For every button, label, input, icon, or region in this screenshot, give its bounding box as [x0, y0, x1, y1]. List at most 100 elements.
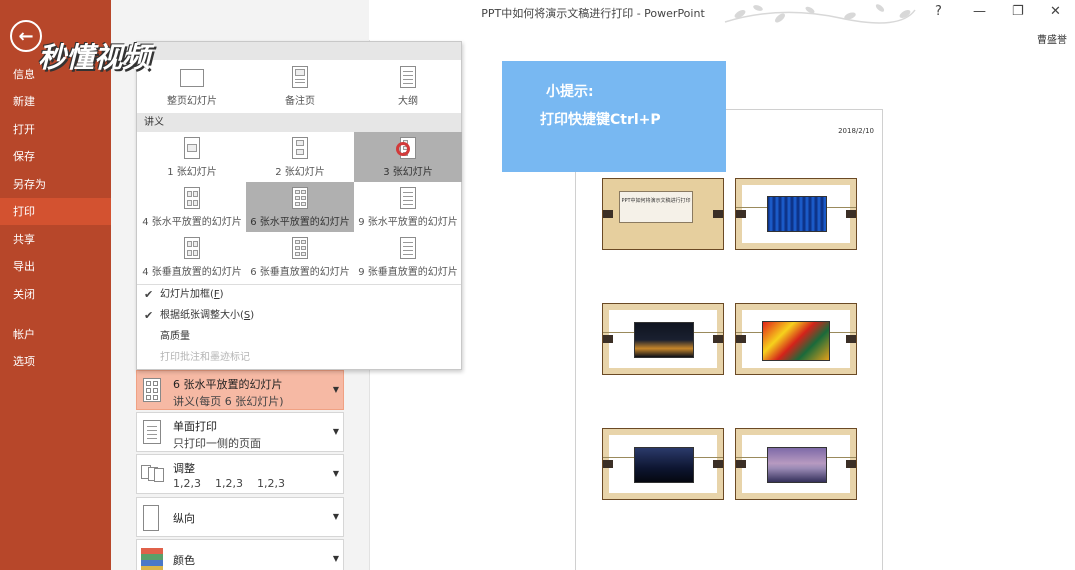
chevron-down-icon: ▼ — [332, 554, 339, 563]
handout-6h-icon — [292, 187, 308, 209]
cell-label: 1 张幻灯片 — [167, 167, 217, 178]
nav-open[interactable]: 打开 — [0, 116, 111, 143]
setting-title: 调整 — [173, 462, 195, 475]
setting-title: 6 张水平放置的幻灯片 — [173, 378, 283, 391]
chevron-down-icon: ▼ — [332, 512, 339, 521]
cell-label: 4 张垂直放置的幻灯片 — [142, 267, 242, 278]
nav-account[interactable]: 帐户 — [0, 321, 111, 348]
handout-2-slides[interactable]: 2 张幻灯片 — [246, 132, 354, 182]
full-page-icon — [180, 69, 204, 87]
preview-slide-title: PPT中如何将演示文稿进行打印 — [602, 178, 724, 250]
handout-9-horizontal[interactable]: 9 张水平放置的幻灯片 — [354, 182, 462, 232]
title-slide-text: PPT中如何将演示文稿进行打印 — [619, 191, 693, 223]
cell-label: 4 张水平放置的幻灯片 — [142, 217, 242, 228]
preview-slide-city-silhouette — [602, 428, 724, 500]
cell-label: 6 张垂直放置的幻灯片 — [250, 267, 350, 278]
handout-3-slides[interactable]: 3 张幻灯片 — [354, 132, 462, 182]
handout-9h-icon — [400, 187, 416, 209]
preview-date: 2018/2/10 — [838, 127, 874, 135]
video-watermark-logo: 秒懂视频 — [38, 41, 151, 74]
option-print-comments: 打印批注和墨迹标记 — [137, 347, 461, 368]
layout-full-page[interactable]: 整页幻灯片 — [138, 61, 246, 111]
setting-title: 单面打印 — [173, 420, 217, 433]
print-preview-page: 2018/2/10 PPT中如何将演示文稿进行打印 — [575, 109, 883, 570]
option-label: 高质量 — [160, 331, 190, 342]
color-setting-dropdown[interactable]: 颜色 ▼ — [136, 539, 344, 570]
option-high-quality[interactable]: 高质量 — [137, 326, 461, 347]
handout-2-icon — [292, 137, 308, 159]
sides-setting-dropdown[interactable]: 单面打印 只打印一侧的页面 ▼ — [136, 412, 344, 452]
nav-print[interactable]: 打印 — [0, 198, 111, 225]
option-suffix: ) — [250, 310, 255, 321]
chevron-down-icon: ▼ — [332, 385, 339, 394]
cell-label: 整页幻灯片 — [167, 96, 217, 107]
handout-4v-icon — [184, 237, 200, 259]
layout-outline[interactable]: 大纲 — [354, 61, 462, 111]
nav-share[interactable]: 共享 — [0, 226, 111, 253]
nav-save-as[interactable]: 另存为 — [0, 171, 111, 198]
nav-save[interactable]: 保存 — [0, 143, 111, 170]
close-icon[interactable]: ✕ — [1050, 4, 1061, 19]
cell-label: 9 张垂直放置的幻灯片 — [358, 267, 458, 278]
nav-options[interactable]: 选项 — [0, 348, 111, 375]
option-label: 根据纸张调整大小( — [160, 310, 244, 321]
preview-slide-red-abstract — [735, 303, 857, 375]
handout-6h-icon — [143, 378, 161, 402]
cell-label: 2 张幻灯片 — [275, 167, 325, 178]
cell-label: 3 张幻灯片 — [383, 167, 433, 178]
minimize-icon[interactable]: — — [973, 4, 986, 19]
nav-new[interactable]: 新建 — [0, 88, 111, 115]
backstage-sidebar: ← 信息 新建 打开 保存 另存为 打印 共享 导出 关闭 帐户 选项 — [0, 0, 111, 570]
outline-icon — [400, 66, 416, 88]
layout-setting-dropdown[interactable]: 6 张水平放置的幻灯片 讲义(每页 6 张幻灯片) ▼ — [136, 370, 344, 410]
window-title: PPT中如何将演示文稿进行打印 - PowerPoint — [481, 7, 705, 20]
setting-subtitle: 讲义(每页 6 张幻灯片) — [173, 395, 284, 408]
color-icon — [141, 548, 163, 570]
collate-icon — [141, 465, 165, 483]
tip-title: 小提示: — [546, 84, 594, 100]
option-label: 幻灯片加框( — [160, 289, 214, 300]
cell-label: 6 张水平放置的幻灯片 — [250, 217, 350, 228]
handout-4-horizontal[interactable]: 4 张水平放置的幻灯片 — [138, 182, 246, 232]
preview-slide-blue — [735, 178, 857, 250]
collate-setting-dropdown[interactable]: 调整 1,2,3 1,2,3 1,2,3 ▼ — [136, 454, 344, 494]
option-scale-to-fit[interactable]: ✔ 根据纸张调整大小(S) — [137, 305, 461, 326]
handout-6v-icon — [292, 237, 308, 259]
orientation-setting-dropdown[interactable]: 纵向 ▼ — [136, 497, 344, 537]
option-label: 打印批注和墨迹标记 — [160, 352, 250, 363]
cell-label: 备注页 — [285, 96, 315, 107]
portrait-icon — [143, 505, 159, 531]
handout-1-slide[interactable]: 1 张幻灯片 — [138, 132, 246, 182]
setting-title: 纵向 — [173, 512, 195, 525]
print-layout-menu: 整页幻灯片 备注页 大纲 讲义 1 张幻灯片 2 张幻灯片 3 张幻灯片 4 张… — [136, 41, 462, 370]
setting-title: 颜色 — [173, 554, 195, 567]
single-sided-icon — [143, 420, 161, 444]
layout-notes-page[interactable]: 备注页 — [246, 61, 354, 111]
tip-body: 打印快捷键Ctrl+P — [540, 112, 661, 128]
option-frame-slides[interactable]: ✔ 幻灯片加框(F) — [137, 284, 461, 305]
cell-label: 9 张水平放置的幻灯片 — [358, 217, 458, 228]
handout-9v-icon — [400, 237, 416, 259]
user-name[interactable]: 曹盛誉 — [1037, 31, 1067, 46]
handout-6-horizontal[interactable]: 6 张水平放置的幻灯片 — [246, 182, 354, 232]
chevron-down-icon: ▼ — [332, 469, 339, 478]
tip-box: 小提示: 打印快捷键Ctrl+P — [502, 61, 726, 172]
checkmark-icon: ✔ — [144, 288, 154, 301]
checkmark-icon: ✔ — [144, 309, 154, 322]
handout-6-vertical[interactable]: 6 张垂直放置的幻灯片 — [246, 232, 354, 282]
mouse-cursor-icon — [396, 142, 410, 156]
restore-icon[interactable]: ❐ — [1012, 4, 1024, 19]
handout-9-vertical[interactable]: 9 张垂直放置的幻灯片 — [354, 232, 462, 282]
setting-subtitle: 只打印一侧的页面 — [173, 437, 261, 450]
handout-4h-icon — [184, 187, 200, 209]
menu-header-handouts: 讲义 — [137, 113, 461, 132]
help-icon[interactable]: ? — [935, 4, 942, 19]
branch-decoration-icon — [724, 4, 916, 24]
notes-page-icon — [292, 66, 308, 88]
nav-close[interactable]: 关闭 — [0, 281, 111, 308]
chevron-down-icon: ▼ — [332, 427, 339, 436]
nav-export[interactable]: 导出 — [0, 253, 111, 280]
menu-header-print-layout — [137, 42, 461, 60]
setting-subtitle: 1,2,3 1,2,3 1,2,3 — [173, 477, 285, 490]
handout-4-vertical[interactable]: 4 张垂直放置的幻灯片 — [138, 232, 246, 282]
